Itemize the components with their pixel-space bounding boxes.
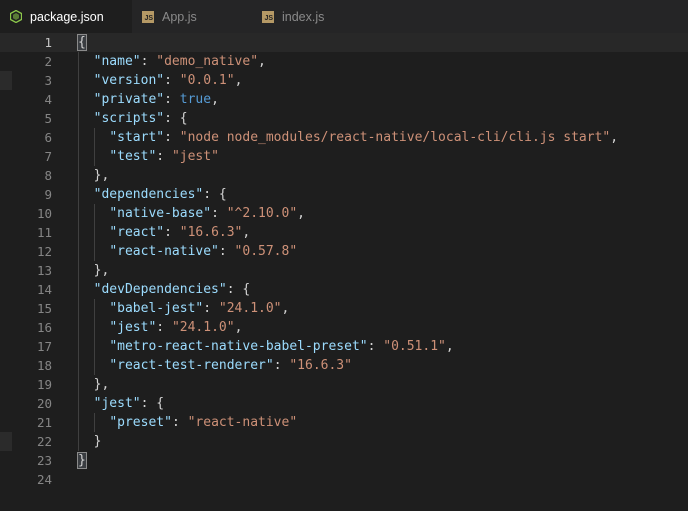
code-text: "react-native": "0.57.8" xyxy=(109,244,298,259)
code-line[interactable]: 11 "react": "16.6.3", xyxy=(0,223,688,242)
line-number: 3 xyxy=(44,73,52,88)
tab-index-js[interactable]: JS index.js xyxy=(252,0,372,33)
code-text: "test": "jest" xyxy=(109,149,219,164)
line-number: 23 xyxy=(36,453,52,468)
code-line[interactable]: 5 "scripts": { xyxy=(0,109,688,128)
code-line[interactable]: 14 "devDependencies": { xyxy=(0,280,688,299)
line-number: 7 xyxy=(44,149,52,164)
code-line[interactable]: 19 }, xyxy=(0,375,688,394)
line-number: 8 xyxy=(44,168,52,183)
indent-guide xyxy=(93,128,95,166)
code-line[interactable]: 1{ xyxy=(0,33,688,52)
matching-bracket: { xyxy=(77,34,87,51)
code-line[interactable]: 16 "jest": "24.1.0", xyxy=(0,318,688,337)
code-text: { xyxy=(77,33,87,52)
code-text: } xyxy=(77,451,87,470)
indent-guide xyxy=(93,299,95,375)
matching-bracket: } xyxy=(77,452,87,469)
indent-guide xyxy=(78,52,79,451)
code-text: "babel-jest": "24.1.0", xyxy=(109,301,290,316)
code-line[interactable]: 22 } xyxy=(0,432,688,451)
code-text: "dependencies": { xyxy=(93,187,227,202)
code-line[interactable]: 24 xyxy=(0,470,688,489)
code-line[interactable]: 21 "preset": "react-native" xyxy=(0,413,688,432)
indent-guide xyxy=(93,204,95,261)
code-line[interactable]: 10 "native-base": "^2.10.0", xyxy=(0,204,688,223)
line-number: 6 xyxy=(44,130,52,145)
code-line[interactable]: 17 "metro-react-native-babel-preset": "0… xyxy=(0,337,688,356)
line-number: 9 xyxy=(44,187,52,202)
line-number: 13 xyxy=(36,263,52,278)
line-number: 24 xyxy=(36,472,52,487)
line-number: 22 xyxy=(36,434,52,449)
code-text: "native-base": "^2.10.0", xyxy=(109,206,305,221)
js-file-icon: JS xyxy=(262,10,274,23)
code-line[interactable]: 18 "react-test-renderer": "16.6.3" xyxy=(0,356,688,375)
line-number: 1 xyxy=(44,35,52,50)
line-number: 19 xyxy=(36,377,52,392)
code-editor[interactable]: 1{2 "name": "demo_native", 3 "version": "… xyxy=(0,33,688,511)
indent-guide xyxy=(93,413,95,432)
code-line[interactable]: 9 "dependencies": { xyxy=(0,185,688,204)
code-text: } xyxy=(93,434,102,449)
tab-package-json[interactable]: package.json xyxy=(0,0,132,33)
tab-bar: package.json JS App.js JS index.js xyxy=(0,0,688,33)
code-text: "version": "0.0.1", xyxy=(93,73,243,88)
code-text: "devDependencies": { xyxy=(93,282,251,297)
code-text: "scripts": { xyxy=(93,111,188,126)
code-text: "preset": "react-native" xyxy=(109,415,298,430)
code-line[interactable]: 12 "react-native": "0.57.8" xyxy=(0,242,688,261)
code-line[interactable]: 4 "private": true, xyxy=(0,90,688,109)
line-number: 14 xyxy=(36,282,52,297)
code-text: "metro-react-native-babel-preset": "0.51… xyxy=(109,339,454,354)
line-number: 17 xyxy=(36,339,52,354)
line-number: 12 xyxy=(36,244,52,259)
line-number: 4 xyxy=(44,92,52,107)
code-text: "name": "demo_native", xyxy=(93,54,266,69)
tab-label: package.json xyxy=(30,9,104,24)
tab-app-js[interactable]: JS App.js xyxy=(132,0,252,33)
code-line[interactable]: 20 "jest": { xyxy=(0,394,688,413)
code-line[interactable]: 3 "version": "0.0.1", xyxy=(0,71,688,90)
tab-label: index.js xyxy=(282,9,325,24)
line-number: 2 xyxy=(44,54,52,69)
npm-icon xyxy=(10,10,22,23)
code-text: "jest": "24.1.0", xyxy=(109,320,243,335)
code-line[interactable]: 8 }, xyxy=(0,166,688,185)
line-number: 15 xyxy=(36,301,52,316)
code-text: "start": "node node_modules/react-native… xyxy=(109,130,619,145)
js-file-icon: JS xyxy=(142,10,154,23)
code-line[interactable]: 13 }, xyxy=(0,261,688,280)
code-line[interactable]: 23} xyxy=(0,451,688,470)
code-text: "react": "16.6.3", xyxy=(109,225,251,240)
code-line[interactable]: 6 "start": "node node_modules/react-nati… xyxy=(0,128,688,147)
gutter-marker xyxy=(0,432,12,451)
code-line[interactable]: 2 "name": "demo_native", xyxy=(0,52,688,71)
line-number: 10 xyxy=(36,206,52,221)
code-text: }, xyxy=(93,263,110,278)
editor-window: package.json JS App.js JS index.js 1{2 "… xyxy=(0,0,688,511)
line-number: 11 xyxy=(36,225,52,240)
code-text: "private": true, xyxy=(93,92,219,107)
line-number: 21 xyxy=(36,415,52,430)
line-number: 18 xyxy=(36,358,52,373)
code-line[interactable]: 15 "babel-jest": "24.1.0", xyxy=(0,299,688,318)
code-text: }, xyxy=(93,377,110,392)
line-number: 16 xyxy=(36,320,52,335)
code-text: "react-test-renderer": "16.6.3" xyxy=(109,358,352,373)
code-line[interactable]: 7 "test": "jest" xyxy=(0,147,688,166)
tab-label: App.js xyxy=(162,9,197,24)
gutter-marker xyxy=(0,71,12,90)
code-text: }, xyxy=(93,168,110,183)
line-number: 5 xyxy=(44,111,52,126)
code-text: "jest": { xyxy=(93,396,165,411)
line-number: 20 xyxy=(36,396,52,411)
